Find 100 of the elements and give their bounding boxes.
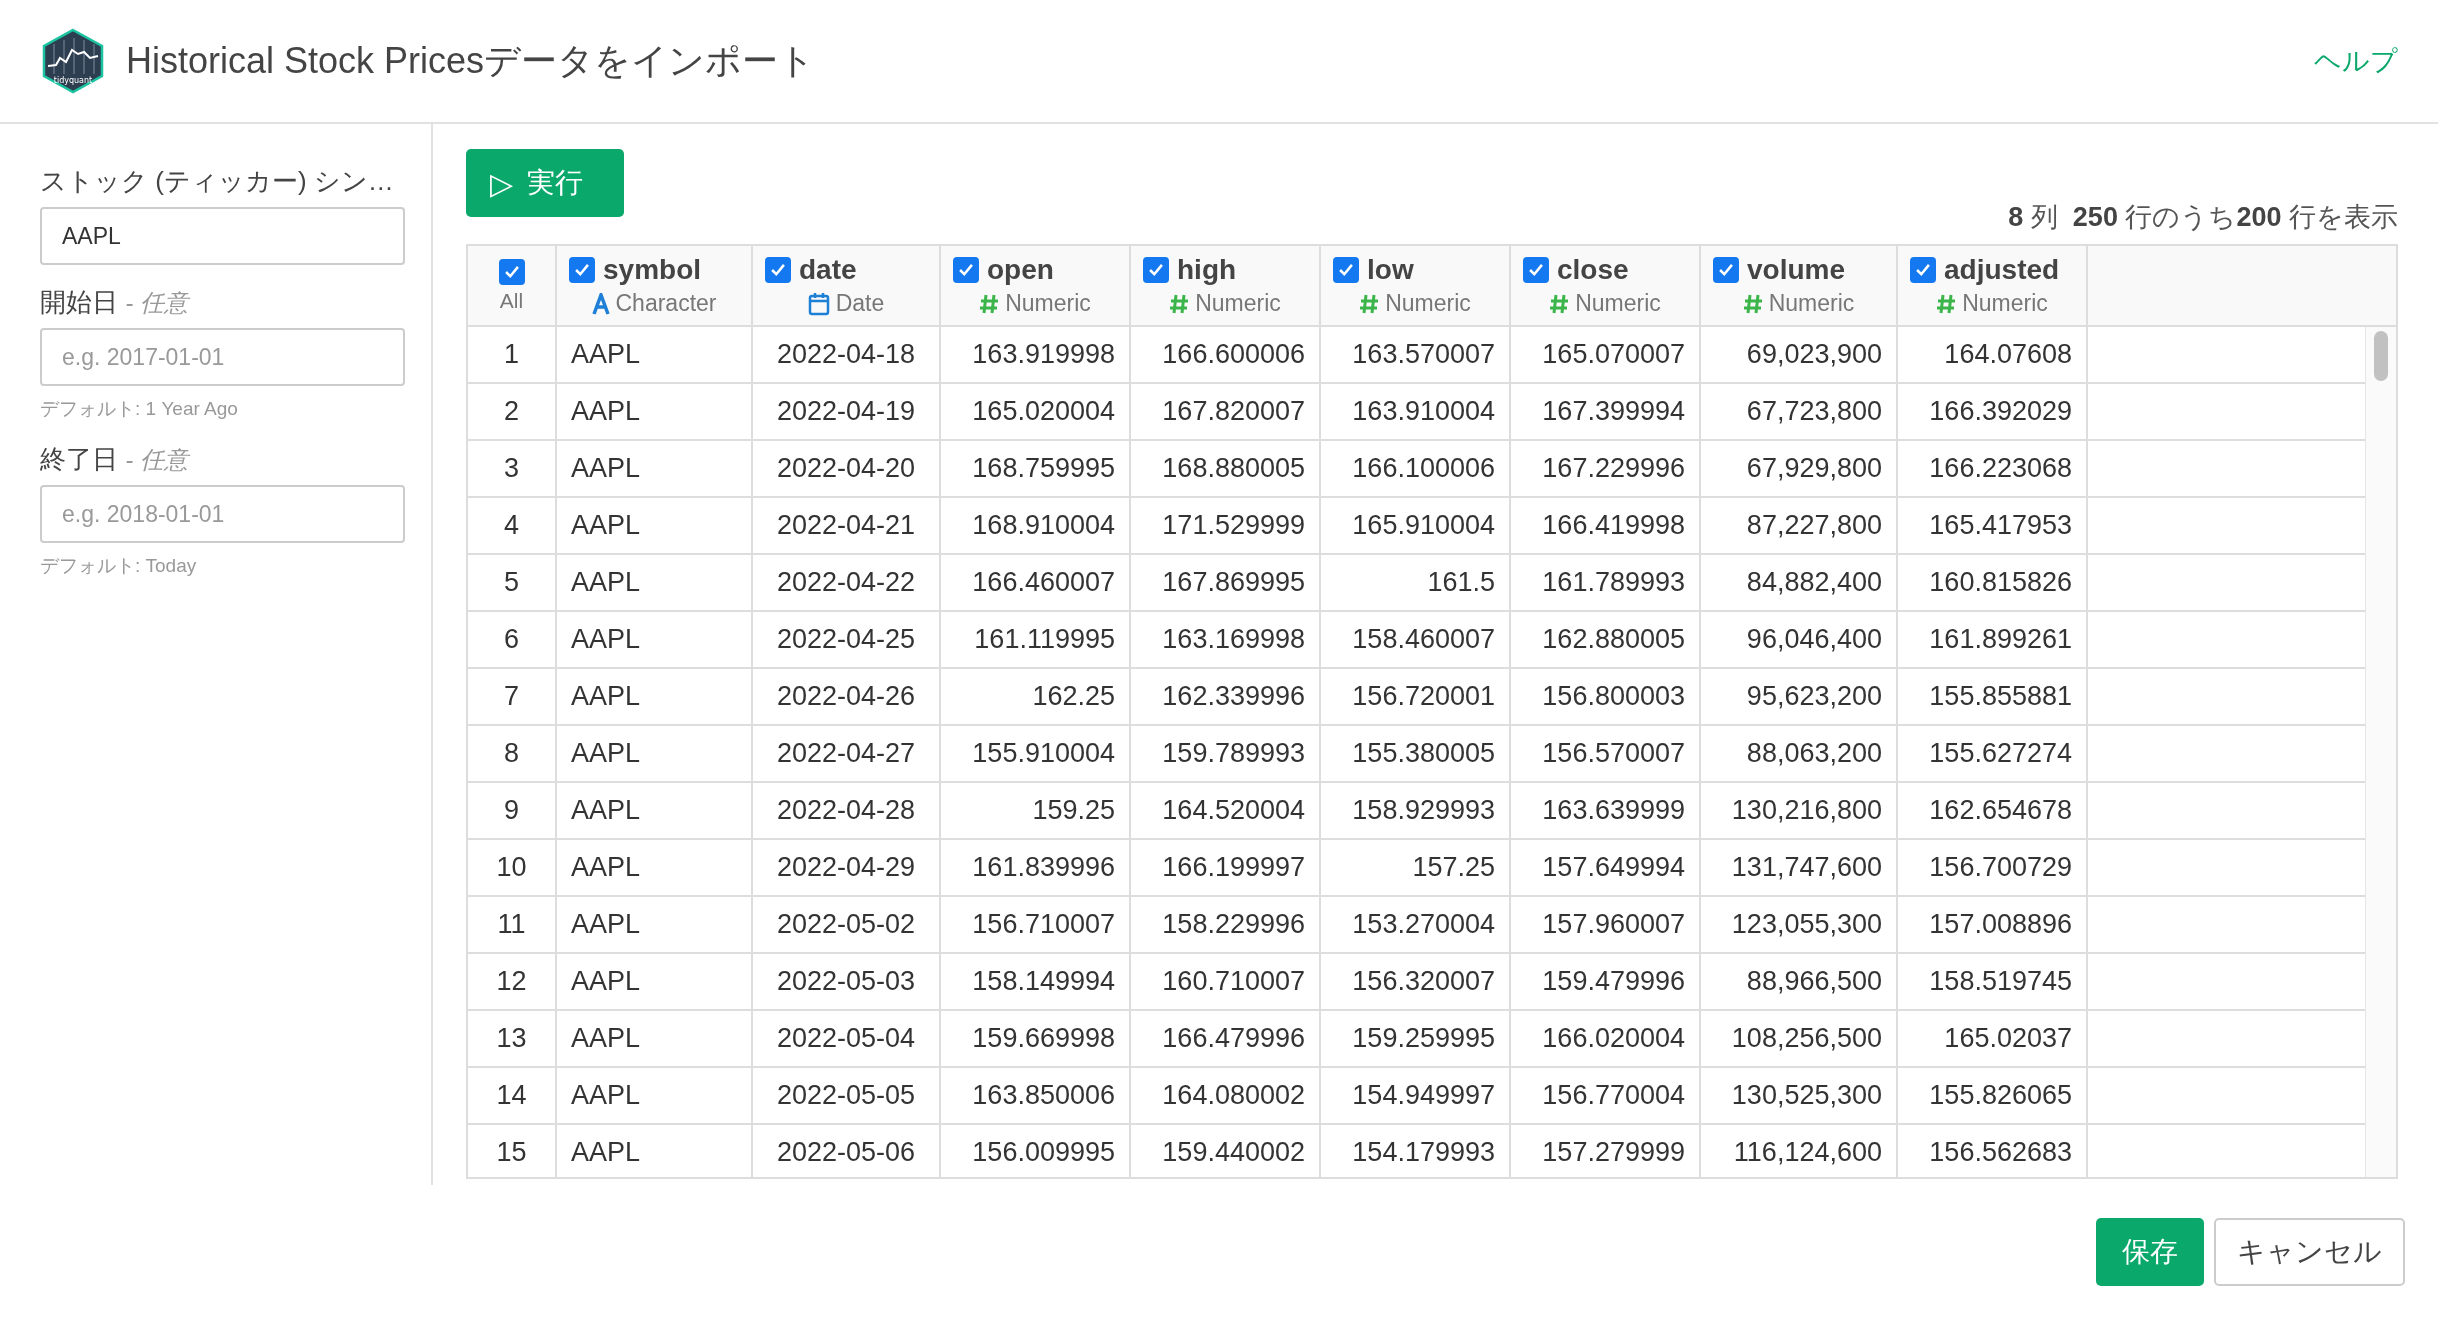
table-cell: 158.229996 xyxy=(1131,897,1321,952)
hash-icon xyxy=(979,292,1000,315)
checkbox[interactable] xyxy=(1910,257,1936,283)
checkbox[interactable] xyxy=(1333,257,1359,283)
table-cell: 168.880005 xyxy=(1131,441,1321,496)
column-type: Numeric xyxy=(1768,290,1855,317)
table-cell: 159.669998 xyxy=(941,1011,1131,1066)
row-number: 5 xyxy=(468,555,557,610)
table-cell: 84,882,400 xyxy=(1701,555,1898,610)
input-field[interactable]: e.g. 2017-01-01 xyxy=(40,328,405,386)
table-cell: AAPL xyxy=(557,327,753,382)
table-cell: 2022-05-06 xyxy=(753,1125,941,1177)
all-label: All xyxy=(499,288,524,313)
input-field[interactable]: e.g. 2018-01-01 xyxy=(40,485,405,543)
table-cell: 2022-04-22 xyxy=(753,555,941,610)
input-field[interactable]: AAPL xyxy=(40,207,405,265)
help-link[interactable]: ヘルプ xyxy=(2314,43,2398,79)
row-number: 1 xyxy=(468,327,557,382)
column-name: low xyxy=(1367,254,1414,286)
column-type: Date xyxy=(835,290,885,317)
table-cell: AAPL xyxy=(557,498,753,553)
table-cell: 161.789993 xyxy=(1511,555,1701,610)
table-cell: 156.570007 xyxy=(1511,726,1701,781)
row-number: 6 xyxy=(468,612,557,667)
table-cell: 167.399994 xyxy=(1511,384,1701,439)
table-cell: 2022-04-20 xyxy=(753,441,941,496)
table-cell: 166.392029 xyxy=(1898,384,2088,439)
table-cell: 123,055,300 xyxy=(1701,897,1898,952)
table-cell: 163.169998 xyxy=(1131,612,1321,667)
checkbox[interactable] xyxy=(498,258,525,285)
table-cell: 155.380005 xyxy=(1321,726,1511,781)
table-cell: 168.759995 xyxy=(941,441,1131,496)
field-label: ストック (ティッカー) シン… xyxy=(40,165,395,198)
table-cell: 159.440002 xyxy=(1131,1125,1321,1177)
table-cell: 2022-05-03 xyxy=(753,954,941,1009)
table-cell: 2022-04-28 xyxy=(753,783,941,838)
table-cell: 2022-05-04 xyxy=(753,1011,941,1066)
cancel-button[interactable]: キャンセル xyxy=(2214,1217,2405,1286)
checkbox[interactable] xyxy=(953,257,979,283)
row-number: 15 xyxy=(468,1125,557,1177)
column-type: Character xyxy=(615,290,717,317)
checkbox[interactable] xyxy=(1523,257,1549,283)
table-cell: 157.25 xyxy=(1321,840,1511,895)
row-number: 4 xyxy=(468,498,557,553)
table-cell: 164.520004 xyxy=(1131,783,1321,838)
checkbox[interactable] xyxy=(1713,257,1739,283)
table-cell: 155.627274 xyxy=(1898,726,2088,781)
table-cell: 161.119995 xyxy=(941,612,1131,667)
run-button[interactable]: ▷ 実行 xyxy=(466,149,624,217)
table-cell: 158.460007 xyxy=(1321,612,1511,667)
table-cell: 158.519745 xyxy=(1898,954,2088,1009)
column-type: Numeric xyxy=(1385,290,1471,317)
table-cell: 165.417953 xyxy=(1898,498,2088,553)
table-cell: 159.789993 xyxy=(1131,726,1321,781)
table-cell: 163.910004 xyxy=(1321,384,1511,439)
save-button[interactable]: 保存 xyxy=(2096,1217,2204,1286)
table-cell: 162.25 xyxy=(941,669,1131,724)
table-cell: 96,046,400 xyxy=(1701,612,1898,667)
table-cell: 156.320007 xyxy=(1321,954,1511,1009)
table-cell: 163.919998 xyxy=(941,327,1131,382)
table-cell: 158.149994 xyxy=(941,954,1131,1009)
table-cell: 167.820007 xyxy=(1131,384,1321,439)
table-cell: 2022-04-29 xyxy=(753,840,941,895)
table-cell: 88,063,200 xyxy=(1701,726,1898,781)
table-cell: 166.600006 xyxy=(1131,327,1321,382)
row-number: 10 xyxy=(468,840,557,895)
row-number: 3 xyxy=(468,441,557,496)
checkbox[interactable] xyxy=(765,257,791,283)
row-number: 7 xyxy=(468,669,557,724)
row-number: 8 xyxy=(468,726,557,781)
table-cell: 165.070007 xyxy=(1511,327,1701,382)
table-cell: 156.800003 xyxy=(1511,669,1701,724)
table-cell: 130,216,800 xyxy=(1701,783,1898,838)
table-cell: 161.899261 xyxy=(1898,612,2088,667)
field-label: 終了日 - 任意 xyxy=(40,443,191,476)
table-cell: 155.826065 xyxy=(1898,1068,2088,1123)
row-number: 12 xyxy=(468,954,557,1009)
table-cell: 164.07608 xyxy=(1898,327,2088,382)
table-cell: 156.720001 xyxy=(1321,669,1511,724)
hash-icon xyxy=(1936,292,1957,315)
table-cell: 116,124,600 xyxy=(1701,1125,1898,1177)
checkbox[interactable] xyxy=(1143,257,1169,283)
table-cell: 163.850006 xyxy=(941,1068,1131,1123)
scrollbar-thumb[interactable] xyxy=(2374,331,2388,381)
table-cell: 69,023,900 xyxy=(1701,327,1898,382)
table-cell: 87,227,800 xyxy=(1701,498,1898,553)
table-cell: 88,966,500 xyxy=(1701,954,1898,1009)
table-cell: 130,525,300 xyxy=(1701,1068,1898,1123)
row-number: 2 xyxy=(468,384,557,439)
table-cell: 163.570007 xyxy=(1321,327,1511,382)
table-cell: 168.910004 xyxy=(941,498,1131,553)
table-cell: AAPL xyxy=(557,726,753,781)
table-cell: 166.419998 xyxy=(1511,498,1701,553)
checkbox[interactable] xyxy=(569,257,595,283)
table-cell: AAPL xyxy=(557,384,753,439)
table-cell: 2022-04-27 xyxy=(753,726,941,781)
table-cell: 157.279999 xyxy=(1511,1125,1701,1177)
row-number: 14 xyxy=(468,1068,557,1123)
table-cell: AAPL xyxy=(557,555,753,610)
table-cell: 166.100006 xyxy=(1321,441,1511,496)
